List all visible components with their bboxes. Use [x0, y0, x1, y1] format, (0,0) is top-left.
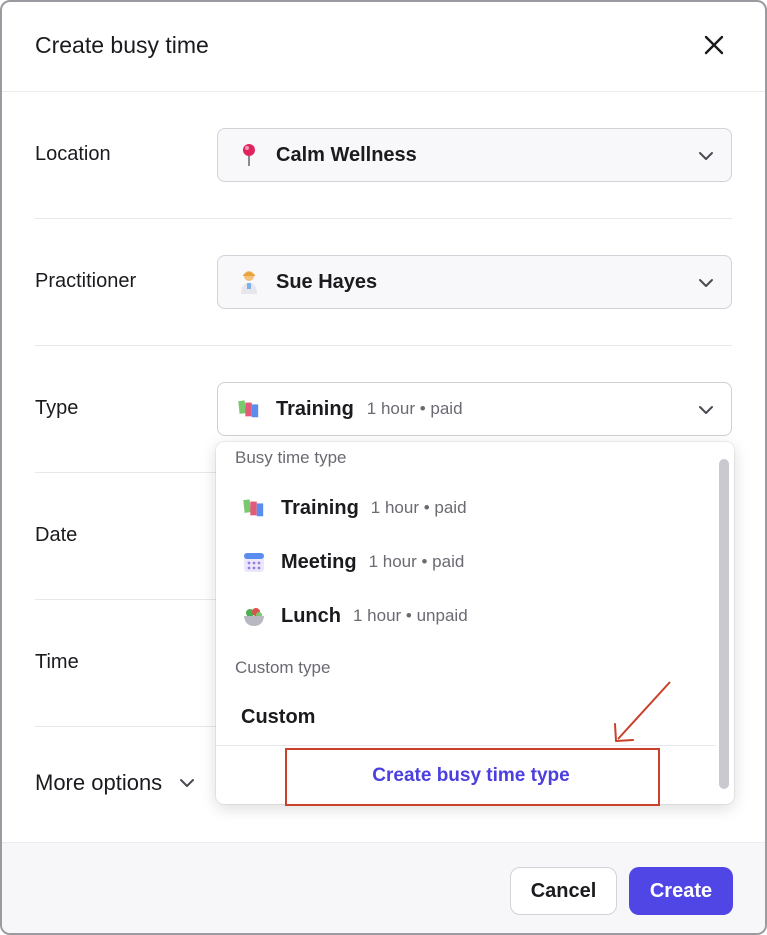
- dropdown-item-lunch[interactable]: Lunch 1 hour • unpaid: [216, 592, 716, 640]
- time-label: Time: [35, 651, 79, 673]
- location-row: Location Calm Wellness: [35, 92, 732, 219]
- more-options-toggle[interactable]: More options: [35, 770, 196, 796]
- create-busy-time-dialog: Create busy time Location Calm Wellness …: [0, 0, 767, 935]
- annotation-highlight-box: [285, 748, 660, 806]
- dropdown-group-label: Busy time type: [235, 448, 347, 467]
- dropdown-item-name: Custom: [241, 705, 316, 728]
- chevron-down-icon: [699, 406, 713, 414]
- cancel-button[interactable]: Cancel: [510, 867, 617, 915]
- chevron-down-icon: [180, 779, 195, 787]
- dropdown-item-meta: 1 hour • unpaid: [353, 606, 468, 625]
- books-icon: [243, 497, 265, 519]
- dropdown-item-name: Training: [281, 496, 359, 519]
- books-icon: [238, 398, 260, 420]
- chevron-down-icon: [699, 279, 713, 287]
- practitioner-row: Practitioner Sue Hayes: [35, 219, 732, 346]
- practitioner-label: Practitioner: [35, 270, 137, 292]
- close-button[interactable]: [699, 30, 729, 60]
- location-label: Location: [35, 143, 111, 165]
- more-options-label: More options: [35, 770, 163, 795]
- dialog-header: Create busy time: [2, 2, 765, 92]
- type-value: Training: [276, 397, 354, 420]
- annotation-arrow-icon: [614, 681, 671, 742]
- location-select[interactable]: Calm Wellness: [217, 128, 732, 182]
- dropdown-item-meta: 1 hour • paid: [368, 552, 465, 571]
- close-icon: [704, 35, 724, 55]
- salad-icon: [243, 605, 265, 627]
- scrollbar[interactable]: [719, 459, 729, 789]
- chevron-down-icon: [699, 152, 713, 160]
- dropdown-group-label: Custom type: [235, 658, 331, 677]
- dropdown-item-name: Lunch: [281, 604, 341, 627]
- dropdown-item-meeting[interactable]: Meeting 1 hour • paid: [216, 538, 716, 586]
- dropdown-item-name: Meeting: [281, 550, 357, 573]
- dropdown-item-meta: 1 hour • paid: [370, 498, 467, 517]
- practitioner-value: Sue Hayes: [276, 270, 378, 293]
- dialog-title: Create busy time: [35, 32, 209, 58]
- dropdown-item-training[interactable]: Training 1 hour • paid: [216, 484, 716, 532]
- dialog-footer: Cancel Create: [2, 842, 765, 933]
- pin-icon: [238, 144, 260, 166]
- location-value: Calm Wellness: [276, 143, 417, 166]
- practitioner-select[interactable]: Sue Hayes: [217, 255, 732, 309]
- calendar-icon: [243, 551, 265, 573]
- create-button[interactable]: Create: [629, 867, 733, 915]
- health-worker-icon: [238, 271, 260, 294]
- type-label: Type: [35, 397, 79, 419]
- type-meta: 1 hour • paid: [366, 399, 463, 418]
- date-label: Date: [35, 524, 78, 546]
- type-select[interactable]: Training 1 hour • paid: [217, 382, 732, 436]
